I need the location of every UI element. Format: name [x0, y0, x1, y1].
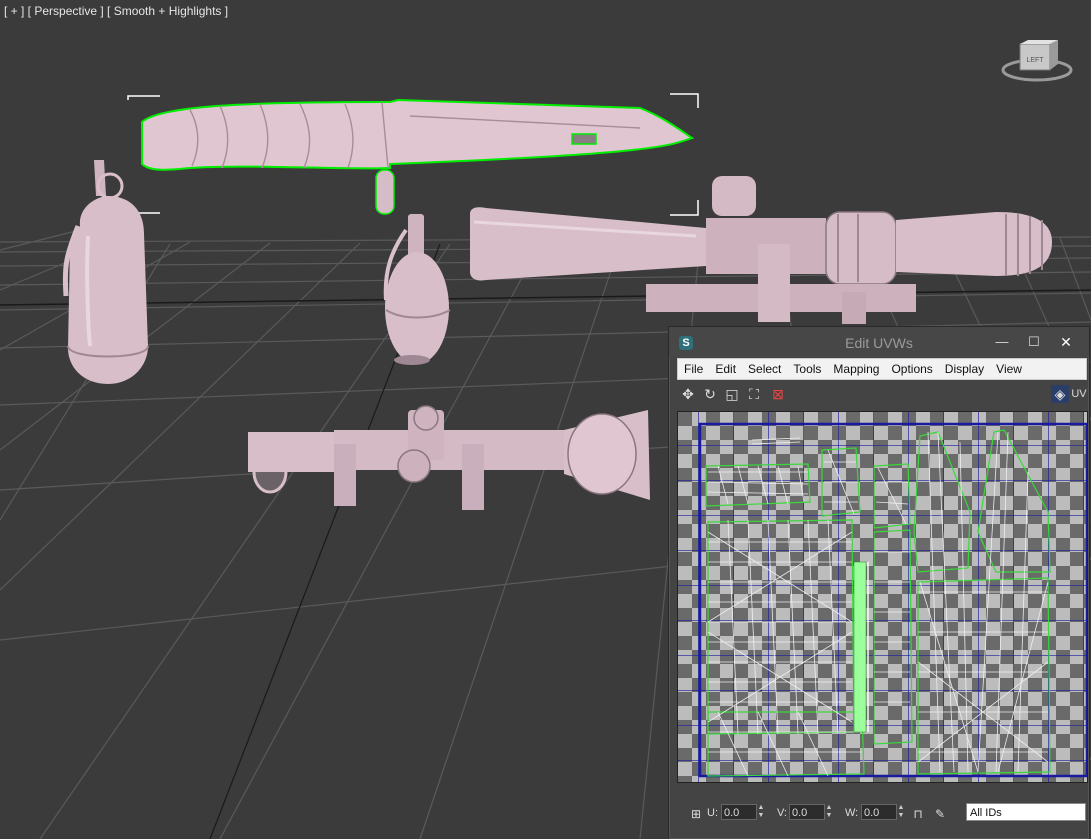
paint-select-icon[interactable]: ✎ — [931, 805, 949, 823]
small-scope-model[interactable] — [238, 400, 658, 515]
uv-status-bar: ⊞ U: 0.0 ▲ ▼ V: 0.0 ▲ ▼ W: 0.0 ▲ ▼ ⊓ ✎ All … — [677, 801, 1087, 827]
w-label: W: — [845, 807, 859, 819]
uv-editor-canvas[interactable] — [677, 411, 1088, 783]
checker-map-icon[interactable]: ◈ — [1051, 385, 1069, 403]
id-filter-select[interactable]: All IDs — [966, 803, 1086, 821]
v-field[interactable]: 0.0 — [789, 804, 825, 820]
menu-file[interactable]: File — [678, 359, 709, 379]
lock-icon[interactable]: ⊓ — [909, 805, 927, 823]
move-icon[interactable]: ✥ — [679, 385, 697, 403]
menu-options[interactable]: Options — [885, 359, 938, 379]
scale-icon[interactable]: ◱ — [723, 385, 741, 403]
freeform-icon[interactable]: ⛶ — [745, 385, 763, 403]
menu-mapping[interactable]: Mapping — [827, 359, 885, 379]
w-spinner[interactable]: ▲ ▼ — [897, 804, 905, 820]
edit-uvws-window[interactable]: S Edit UVWs — ☐ ✕ File Edit Select Tools Map… — [668, 326, 1090, 839]
menu-display[interactable]: Display — [939, 359, 990, 379]
menu-edit[interactable]: Edit — [709, 359, 742, 379]
minimize-icon[interactable]: — — [987, 331, 1017, 353]
mirror-icon[interactable]: ⊠ — [769, 385, 787, 403]
rotate-icon[interactable]: ↻ — [701, 385, 719, 403]
large-scope-model[interactable] — [466, 172, 1056, 332]
window-titlebar[interactable]: S Edit UVWs — ☐ ✕ — [669, 327, 1089, 357]
menu-select[interactable]: Select — [742, 359, 787, 379]
viewport-label[interactable]: [ + ] [ Perspective ] [ Smooth + Highlig… — [4, 4, 228, 18]
w-field[interactable]: 0.0 — [861, 804, 897, 820]
small-grenade-model[interactable] — [372, 210, 467, 370]
tall-grenade-model[interactable] — [58, 156, 158, 391]
perspective-viewport[interactable]: [ + ] [ Perspective ] [ Smooth + Highlig… — [0, 0, 1091, 839]
viewcube[interactable]: LEFT — [1000, 38, 1074, 86]
u-field[interactable]: 0.0 — [721, 804, 757, 820]
v-label: V: — [777, 807, 787, 819]
v-spinner[interactable]: ▲ ▼ — [825, 804, 833, 820]
menu-bar: File Edit Select Tools Mapping Options Display… — [677, 358, 1087, 380]
absolute-offset-icon[interactable]: ⊞ — [687, 805, 705, 823]
menu-view[interactable]: View — [990, 359, 1028, 379]
menu-tools[interactable]: Tools — [787, 359, 827, 379]
viewcube-face-label: LEFT — [1026, 57, 1044, 64]
uv-layout — [678, 412, 1087, 782]
u-label: U: — [707, 807, 718, 819]
uv-axis-label: UV — [1071, 388, 1087, 400]
close-icon[interactable]: ✕ — [1051, 331, 1081, 353]
uv-toolbar: ✥ ↻ ◱ ⛶ ⊠ ◈ UV — [677, 383, 1087, 407]
u-spinner[interactable]: ▲ ▼ — [757, 804, 765, 820]
maximize-icon[interactable]: ☐ — [1019, 331, 1049, 353]
